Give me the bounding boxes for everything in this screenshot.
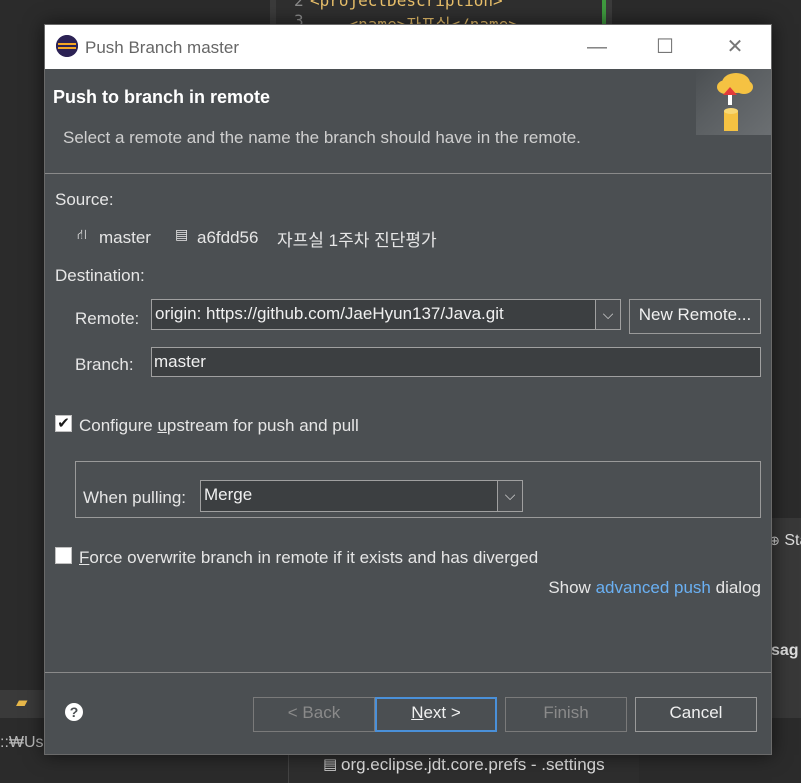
wizard-header: Push to branch in remote Select a remote…: [45, 69, 771, 174]
source-label: Source:: [55, 190, 114, 209]
source-branch: master: [99, 228, 151, 247]
folder-icon[interactable]: ▰: [16, 693, 28, 711]
commit-icon: ▤: [175, 226, 189, 242]
page-description: Select a remote and the name the branch …: [63, 128, 581, 147]
force-overwrite-checkbox[interactable]: [55, 547, 72, 564]
help-icon[interactable]: ?: [65, 703, 83, 721]
next-button[interactable]: Next >: [375, 697, 497, 732]
chevron-down-icon[interactable]: ⌵: [497, 481, 522, 511]
remote-combo[interactable]: origin: https://github.com/JaeHyun137/Ja…: [151, 299, 621, 330]
cancel-button[interactable]: Cancel: [635, 697, 757, 732]
configure-upstream-label[interactable]: Configure upstream for push and pull: [79, 416, 359, 436]
when-pulling-label: When pulling:: [83, 488, 187, 507]
chevron-down-icon[interactable]: ⌵: [595, 300, 620, 329]
eclipse-icon: [56, 35, 78, 57]
push-cloud-icon: [696, 69, 771, 135]
title-bar[interactable]: Push Branch master — ☐ ✕: [45, 25, 771, 69]
branch-input[interactable]: [151, 347, 761, 377]
line-number: 2: [294, 0, 304, 10]
branch-label: Branch:: [75, 355, 134, 374]
file-name: org.eclipse.jdt.core.prefs - .settings: [341, 755, 605, 774]
page-title: Push to branch in remote: [53, 87, 271, 107]
minimize-button[interactable]: —: [577, 33, 617, 61]
destination-label: Destination:: [55, 266, 145, 285]
remote-label: Remote:: [75, 309, 140, 328]
left-toolbar: ▰: [0, 690, 46, 718]
advanced-push-link[interactable]: advanced push: [596, 578, 711, 597]
finish-button[interactable]: Finish: [505, 697, 627, 732]
code-line: <projectDescription>: [310, 0, 503, 10]
branch-icon: ⛙: [77, 226, 87, 242]
advanced-push-text: Show advanced push dialog: [548, 578, 761, 597]
button-bar-separator: [45, 672, 771, 673]
panel-tab[interactable]: ⊕ Sta: [769, 532, 801, 550]
source-commit-message: 자프실 1주차 진단평가: [277, 231, 437, 250]
when-pulling-combo[interactable]: Merge ⌵: [200, 480, 523, 512]
left-side-panel: ▰ ::₩Use: [0, 680, 52, 760]
push-branch-dialog: Push Branch master — ☐ ✕ Push to branch …: [44, 24, 772, 755]
configure-upstream-checkbox[interactable]: ✔: [55, 415, 72, 432]
back-button[interactable]: < Back: [253, 697, 375, 732]
editor-background: 2 <projectDescription> 3 <name>자프실</name…: [270, 0, 612, 26]
new-remote-button[interactable]: New Remote...: [629, 299, 761, 334]
change-indicator: [602, 0, 606, 26]
file-icon: ▤: [323, 756, 338, 773]
force-overwrite-label[interactable]: Force overwrite branch in remote if it e…: [79, 548, 538, 568]
dialog-title: Push Branch master: [85, 38, 240, 57]
when-pulling-value: Merge: [204, 485, 253, 504]
panel-text: sag: [771, 642, 799, 659]
maximize-button[interactable]: ☐: [645, 33, 685, 61]
pull-options-group: When pulling: Merge ⌵: [75, 461, 761, 518]
source-commit-id: a6fdd56: [197, 228, 259, 247]
close-button[interactable]: ✕: [715, 33, 755, 61]
remote-value: origin: https://github.com/JaeHyun137/Ja…: [155, 304, 504, 323]
